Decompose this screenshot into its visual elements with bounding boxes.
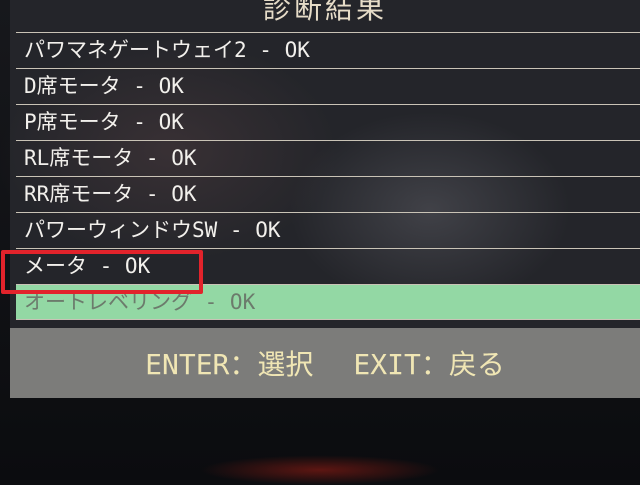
list-item[interactable]: RR席モータ - OK (16, 176, 640, 212)
device-red-light (200, 455, 440, 485)
highlight-annotation-box (1, 250, 203, 294)
footer-hint-bar: ENTER：選択 EXIT：戻る (10, 328, 640, 398)
list-item[interactable]: RL席モータ - OK (16, 140, 640, 176)
list-item[interactable]: D席モータ - OK (16, 68, 640, 104)
enter-select-hint: ENTER：選択 (145, 348, 314, 381)
list-item[interactable]: P席モータ - OK (16, 104, 640, 140)
list-item[interactable]: パワマネゲートウェイ2 - OK (16, 32, 640, 68)
page-title: 診断結果 (262, 0, 387, 25)
list-item[interactable]: パワーウィンドウSW - OK (16, 212, 640, 248)
diagnostic-screen: 診断結果 パワマネゲートウェイ2 - OK D席モータ - OK P席モータ -… (10, 0, 640, 398)
exit-back-hint: EXIT：戻る (353, 348, 505, 381)
